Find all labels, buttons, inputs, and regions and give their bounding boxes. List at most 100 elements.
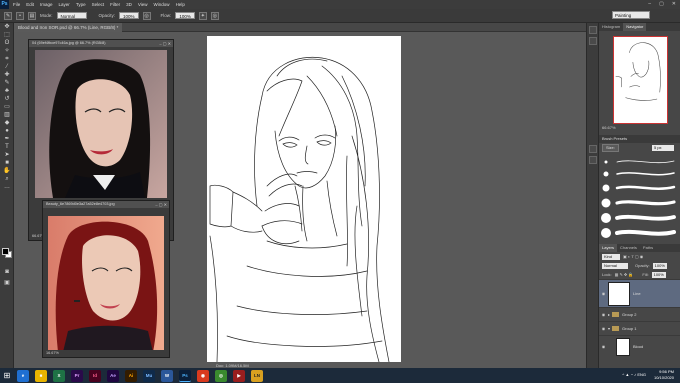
marquee-tool-icon[interactable]: ⬚: [2, 32, 12, 39]
mode-select[interactable]: Normal: [56, 12, 87, 19]
excel-icon[interactable]: X: [53, 369, 65, 382]
fill-field[interactable]: 100%: [651, 271, 666, 278]
navigator-zoom-value[interactable]: 66.67%: [602, 125, 616, 130]
menu-file[interactable]: File: [13, 2, 20, 7]
menu-edit[interactable]: Edit: [26, 2, 34, 7]
lock-icons[interactable]: ▦ ✎ ✥ 🔒: [615, 272, 634, 277]
menu-view[interactable]: View: [138, 2, 148, 7]
clone-source-panel-icon[interactable]: [589, 156, 597, 164]
pressure-size-icon[interactable]: ◎: [210, 11, 219, 20]
zoom-tool-icon[interactable]: ⌕: [2, 176, 12, 183]
tab-paths[interactable]: Paths: [640, 244, 656, 252]
brush-size-field[interactable]: 5 px: [652, 144, 674, 151]
minimize-button[interactable]: –: [648, 1, 651, 7]
brush-panel-icon[interactable]: [589, 145, 597, 153]
layer-opacity-field[interactable]: 100%: [652, 262, 667, 269]
media-icon[interactable]: ▶: [233, 369, 245, 382]
document-tab[interactable]: Blood and Iron SOR.psd @ 66.7% (Line, RG…: [14, 23, 123, 32]
visibility-eye-icon[interactable]: ◉: [599, 344, 608, 349]
extras-tool-icon[interactable]: …: [2, 184, 12, 191]
move-tool-icon[interactable]: ✥: [2, 24, 12, 31]
tab-layers[interactable]: Layers: [599, 244, 618, 252]
quick-select-tool-icon[interactable]: ✧: [2, 48, 12, 55]
gradient-tool-icon[interactable]: ▥: [2, 112, 12, 119]
word-icon[interactable]: W: [161, 369, 173, 382]
crop-tool-icon[interactable]: ⌗: [2, 56, 12, 63]
photoshop-icon[interactable]: Ps: [179, 369, 191, 382]
reference-window-1-controls[interactable]: – ▢ ✕: [159, 40, 171, 47]
layer-filter-icons[interactable]: ▣ ◐ T ▢ ◉: [623, 254, 643, 259]
path-select-tool-icon[interactable]: ➤: [2, 152, 12, 159]
eyedropper-tool-icon[interactable]: ⁄: [2, 64, 12, 71]
reference-window-2-controls[interactable]: – ▢ ✕: [155, 201, 167, 208]
layer-row[interactable]: ◉ Blood: [599, 335, 680, 357]
visibility-eye-icon[interactable]: ◉: [599, 291, 608, 296]
tray-icons[interactable]: ^ ▲ ◔ ♪: [622, 372, 636, 377]
shape-tool-icon[interactable]: ■: [2, 160, 12, 167]
tab-histogram[interactable]: Histogram: [599, 23, 623, 31]
screen-mode-icon[interactable]: ▣: [2, 280, 12, 287]
pressure-opacity-icon[interactable]: ◎: [142, 11, 151, 20]
reference-window-2[interactable]: Beauty_6e7869d0e3a27a52e8e4703.jpg – ▢ ✕…: [42, 200, 170, 358]
menu-select[interactable]: Select: [92, 2, 105, 7]
healing-tool-icon[interactable]: ✚: [2, 72, 12, 79]
folder-icon[interactable]: ■: [35, 369, 47, 382]
indesign-icon[interactable]: Id: [89, 369, 101, 382]
opacity-field[interactable]: 100%: [119, 12, 139, 19]
reference-window-1-title[interactable]: 04 (69ef4fbce97c46a.jpg @ 66.7% (RGB/8) …: [29, 40, 173, 47]
menu-3d[interactable]: 3D: [126, 2, 132, 7]
quick-mask-icon[interactable]: ◙: [2, 269, 12, 276]
aftereffects-icon[interactable]: Ae: [107, 369, 119, 382]
document-canvas[interactable]: [207, 36, 401, 362]
ie-icon[interactable]: e: [17, 369, 29, 382]
muse-icon[interactable]: Mu: [143, 369, 155, 382]
layer-group-row[interactable]: ◉ ▸ Group 2: [599, 307, 680, 321]
blend-mode-select[interactable]: Normal: [602, 262, 628, 269]
menu-filter[interactable]: Filter: [110, 2, 120, 7]
start-button-icon[interactable]: ⊞: [0, 369, 14, 383]
layer-row[interactable]: ◉ Line: [599, 279, 680, 307]
layer-group-row[interactable]: ◉ ▾ Group 1: [599, 321, 680, 335]
brush-presets-list[interactable]: [599, 152, 680, 242]
menu-layer[interactable]: Layer: [59, 2, 70, 7]
menu-window[interactable]: Window: [154, 2, 170, 7]
brush-picker-icon[interactable]: •: [16, 11, 24, 20]
maximize-button[interactable]: ▢: [659, 1, 664, 7]
hand-tool-icon[interactable]: ✋: [2, 168, 12, 175]
app-ln-icon[interactable]: LN: [251, 369, 263, 382]
firefox-icon[interactable]: ◉: [197, 369, 209, 382]
airbrush-icon[interactable]: ✦: [198, 11, 207, 20]
eraser-tool-icon[interactable]: ▭: [2, 104, 12, 111]
navigator-preview[interactable]: [613, 36, 668, 124]
flow-field[interactable]: 100%: [175, 12, 195, 19]
type-tool-icon[interactable]: T: [2, 144, 12, 151]
visibility-eye-icon[interactable]: ◉: [599, 312, 608, 317]
system-clock[interactable]: 9:56 PM 10/10/2020: [654, 369, 674, 381]
tab-navigator[interactable]: Navigator: [623, 23, 647, 31]
premiere-icon[interactable]: Pr: [71, 369, 83, 382]
menu-help[interactable]: Help: [176, 2, 185, 7]
brush-panel-toggle-icon[interactable]: ▤: [28, 11, 36, 20]
layer-kind-select[interactable]: Kind: [602, 253, 620, 260]
chrome-icon[interactable]: ◎: [215, 369, 227, 382]
lasso-tool-icon[interactable]: ʘ: [2, 40, 12, 47]
clone-stamp-tool-icon[interactable]: ♣: [2, 88, 12, 95]
properties-panel-icon[interactable]: [589, 37, 597, 45]
history-panel-icon[interactable]: [589, 26, 597, 34]
dodge-tool-icon[interactable]: ●: [2, 128, 12, 135]
group-expand-icon[interactable]: ▸: [608, 312, 610, 317]
blur-tool-icon[interactable]: ◆: [2, 120, 12, 127]
history-brush-tool-icon[interactable]: ↺: [2, 96, 12, 103]
group-expand-icon[interactable]: ▾: [608, 326, 610, 331]
foreground-color-swatch[interactable]: [2, 248, 9, 255]
pen-tool-icon[interactable]: ✒: [2, 136, 12, 143]
language-indicator[interactable]: ENG: [637, 372, 646, 377]
close-button[interactable]: ✕: [672, 1, 676, 7]
workspace-select[interactable]: Painting: [612, 11, 650, 19]
visibility-eye-icon[interactable]: ◉: [599, 326, 608, 331]
brush-tool-icon[interactable]: ✎: [4, 11, 12, 20]
brush-tool-icon[interactable]: ✎: [2, 80, 12, 87]
tab-channels[interactable]: Channels: [617, 244, 640, 252]
illustrator-icon[interactable]: Ai: [125, 369, 137, 382]
reference-window-2-title[interactable]: Beauty_6e7869d0e3a27a52e8e4703.jpg – ▢ ✕: [43, 201, 169, 208]
